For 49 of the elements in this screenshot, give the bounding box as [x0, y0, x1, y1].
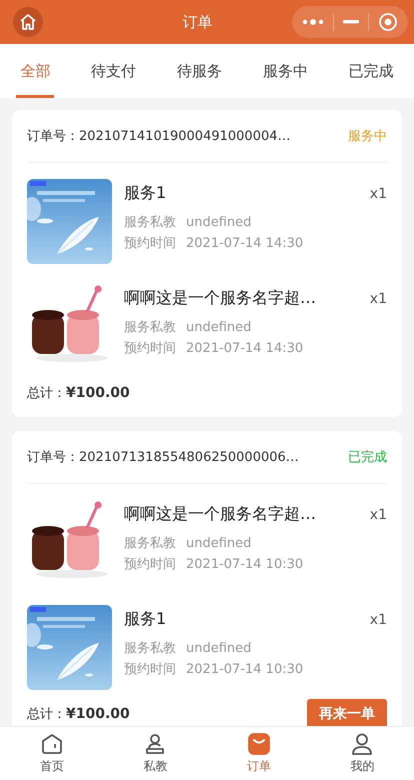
reorder-button[interactable]: 再来一单	[307, 699, 387, 726]
filter-tab[interactable]: 待支付	[87, 44, 140, 98]
quantity: x1	[370, 612, 387, 628]
nav-tab[interactable]: 我的	[327, 727, 398, 780]
quantity: x1	[370, 186, 387, 202]
bag-icon	[246, 732, 271, 756]
filter-tab[interactable]: 待服务	[172, 44, 226, 98]
coach-name: undefined	[186, 214, 252, 232]
service-name: 服务1	[124, 609, 166, 630]
quantity: x1	[370, 506, 387, 522]
coach-name: undefined	[186, 640, 252, 658]
coach-name: undefined	[186, 319, 252, 337]
more-icon[interactable]	[302, 18, 324, 26]
meta-label: 服务私教	[124, 214, 176, 232]
service-name: 服务1	[124, 183, 166, 204]
order-total: 总计：¥100.00	[27, 705, 130, 723]
order-number: 订单号：2021071318554806250000006…	[27, 449, 299, 466]
coach-name: undefined	[186, 535, 252, 553]
order-number: 订单号：202107141019000491000004…	[27, 128, 291, 145]
meta-label: 预约时间	[124, 235, 176, 253]
service-name: 啊啊这是一个服务名字超…	[124, 288, 316, 309]
filter-tab[interactable]: 已完成	[344, 44, 398, 98]
appointment-time: 2021-07-14 14:30	[186, 235, 304, 253]
meta-label: 预约时间	[124, 556, 176, 574]
appointment-time: 2021-07-14 10:30	[186, 661, 304, 679]
meta-label: 预约时间	[124, 340, 176, 358]
page-title: 订单	[182, 12, 212, 32]
filter-tab[interactable]: 服务中	[258, 44, 312, 98]
meta-label: 预约时间	[124, 661, 176, 679]
quantity: x1	[370, 290, 387, 306]
order-status: 已完成	[348, 449, 387, 466]
home-button[interactable]	[13, 7, 43, 37]
meta-label: 服务私教	[124, 319, 176, 337]
service-name: 啊啊这是一个服务名字超…	[124, 504, 316, 525]
nav-tab[interactable]: 订单	[224, 727, 294, 780]
user-icon	[350, 732, 374, 756]
meta-label: 服务私教	[124, 640, 176, 658]
home-icon	[40, 732, 64, 756]
filter-tab[interactable]: 全部	[16, 44, 54, 98]
close-icon[interactable]	[378, 12, 398, 32]
nav-tab[interactable]: 私教	[120, 727, 190, 780]
meta-label: 服务私教	[124, 535, 176, 553]
order-status: 服务中	[348, 128, 387, 145]
order-total: 总计：¥100.00	[27, 384, 130, 402]
minimize-icon[interactable]	[342, 20, 359, 24]
appointment-time: 2021-07-14 10:30	[186, 556, 304, 574]
nav-tab[interactable]: 首页	[16, 727, 87, 780]
appointment-time: 2021-07-14 14:30	[186, 340, 304, 358]
home-icon	[18, 12, 38, 32]
